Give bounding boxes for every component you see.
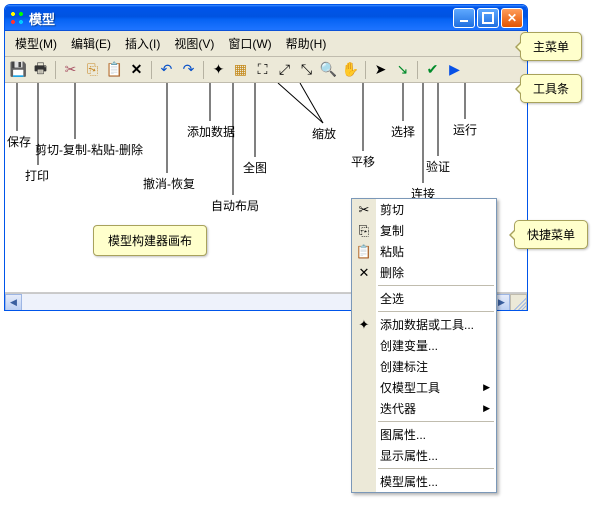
ctx-paste[interactable]: 📋粘贴 [352, 241, 496, 262]
lbl-run: 运行 [453, 121, 477, 138]
validate-icon: ✔ [427, 61, 439, 78]
add-icon: ✦ [356, 317, 372, 333]
menu-window[interactable]: 窗口(W) [222, 33, 277, 54]
copy-icon: ⎘ [87, 61, 98, 78]
ctx-create-label[interactable]: 创建标注 [352, 356, 496, 377]
app-icon [9, 10, 25, 26]
lbl-pan: 平移 [351, 153, 375, 170]
full-extent-icon: ⛶ [258, 61, 268, 78]
ctx-diagram-props[interactable]: 图属性... [352, 424, 496, 445]
cut-button[interactable]: ✂ [60, 59, 81, 80]
separator [55, 61, 56, 79]
auto-layout-button[interactable]: ▦ [230, 59, 251, 80]
zoom-in-button[interactable]: ⤢ [274, 59, 295, 80]
redo-button[interactable]: ↷ [178, 59, 199, 80]
ctx-delete[interactable]: ✕删除 [352, 262, 496, 283]
paste-button[interactable]: 📋 [104, 59, 125, 80]
auto-layout-icon: ▦ [234, 61, 247, 78]
lbl-add-data: 添加数据 [187, 123, 235, 140]
pan-icon: ✋ [342, 61, 359, 78]
fixed-zoom-icon: 🔍 [320, 61, 337, 78]
maximize-button[interactable] [477, 8, 499, 28]
lbl-ccpd: 剪切-复制-粘贴-删除 [35, 141, 143, 158]
run-icon: ▶ [449, 61, 460, 78]
ctx-cut[interactable]: ✂剪切 [352, 199, 496, 220]
context-menu: ✂剪切 ⎘复制 📋粘贴 ✕删除 全选 ✦添加数据或工具... 创建变量... 创… [351, 198, 497, 493]
save-button[interactable]: 💾 [8, 59, 29, 80]
run-button[interactable]: ▶ [444, 59, 465, 80]
zoom-in-icon: ⤢ [279, 61, 290, 78]
undo-button[interactable]: ↶ [156, 59, 177, 80]
lbl-save: 保存 [7, 133, 31, 150]
separator [365, 61, 366, 79]
lbl-select: 选择 [391, 123, 415, 140]
pan-button[interactable]: ✋ [340, 59, 361, 80]
minimize-button[interactable] [453, 8, 475, 28]
ctx-sep [378, 311, 494, 312]
menu-view[interactable]: 视图(V) [168, 33, 220, 54]
ctx-copy[interactable]: ⎘复制 [352, 220, 496, 241]
ctx-create-variable[interactable]: 创建变量... [352, 335, 496, 356]
redo-icon: ↷ [183, 61, 195, 78]
lbl-print: 打印 [25, 167, 49, 184]
validate-button[interactable]: ✔ [422, 59, 443, 80]
delete-icon: ✕ [356, 265, 372, 281]
ctx-add-data-or-tools[interactable]: ✦添加数据或工具... [352, 314, 496, 335]
ctx-sep [378, 468, 494, 469]
callout-main-menu: 主菜单 [520, 32, 582, 61]
paste-icon: 📋 [356, 244, 372, 260]
select-icon: ➤ [375, 61, 387, 78]
window-title: 模型 [29, 9, 453, 28]
callout-toolbar: 工具条 [520, 74, 582, 103]
print-button[interactable]: 🖶 [30, 59, 51, 80]
menu-model[interactable]: 模型(M) [9, 33, 63, 54]
separator [203, 61, 204, 79]
delete-button[interactable]: ✕ [126, 59, 147, 80]
scroll-left-button[interactable]: ◀ [5, 294, 22, 311]
add-data-button[interactable]: ✦ [208, 59, 229, 80]
ctx-iterator[interactable]: 迭代器 [352, 398, 496, 419]
print-icon: 🖶 [34, 58, 47, 82]
copy-button[interactable]: ⎘ [82, 59, 103, 80]
ctx-model-only-tools[interactable]: 仅模型工具 [352, 377, 496, 398]
add-data-icon: ✦ [213, 61, 225, 78]
separator [151, 61, 152, 79]
copy-icon: ⎘ [356, 223, 372, 239]
connect-icon: ↘ [397, 61, 409, 78]
ctx-sep [378, 285, 494, 286]
ctx-display-props[interactable]: 显示属性... [352, 445, 496, 466]
ctx-model-props[interactable]: 模型属性... [352, 471, 496, 492]
canvas-note: 模型构建器画布 [93, 225, 207, 256]
fixed-zoom-button[interactable]: 🔍 [318, 59, 339, 80]
close-button[interactable] [501, 8, 523, 28]
resize-grip[interactable] [510, 294, 527, 311]
lbl-validate: 验证 [426, 158, 450, 175]
lbl-full: 全图 [243, 159, 267, 176]
menu-edit[interactable]: 编辑(E) [65, 33, 117, 54]
save-icon: 💾 [10, 61, 27, 78]
ctx-select-all[interactable]: 全选 [352, 288, 496, 309]
separator [417, 61, 418, 79]
cut-icon: ✂ [65, 61, 77, 78]
lbl-undo-redo: 撤消-恢复 [143, 175, 195, 192]
callout-context-menu: 快捷菜单 [514, 220, 588, 249]
lbl-auto-layout: 自动布局 [211, 197, 259, 214]
connect-button[interactable]: ↘ [392, 59, 413, 80]
paste-icon: 📋 [106, 61, 123, 78]
toolbar: 💾 🖶 ✂ ⎘ 📋 ✕ ↶ ↷ ✦ ▦ ⛶ ⤢ ⤡ 🔍 ✋ ➤ ↘ ✔ ▶ [5, 57, 527, 83]
menu-bar: 模型(M) 编辑(E) 插入(I) 视图(V) 窗口(W) 帮助(H) [5, 31, 527, 57]
select-button[interactable]: ➤ [370, 59, 391, 80]
lbl-zoom: 缩放 [312, 125, 336, 142]
zoom-out-icon: ⤡ [301, 61, 312, 78]
full-extent-button[interactable]: ⛶ [252, 59, 273, 80]
title-bar[interactable]: 模型 [5, 5, 527, 31]
delete-icon: ✕ [131, 61, 143, 78]
menu-help[interactable]: 帮助(H) [280, 33, 333, 54]
menu-insert[interactable]: 插入(I) [119, 33, 166, 54]
cut-icon: ✂ [356, 202, 372, 218]
ctx-sep [378, 421, 494, 422]
zoom-out-button[interactable]: ⤡ [296, 59, 317, 80]
undo-icon: ↶ [161, 61, 173, 78]
